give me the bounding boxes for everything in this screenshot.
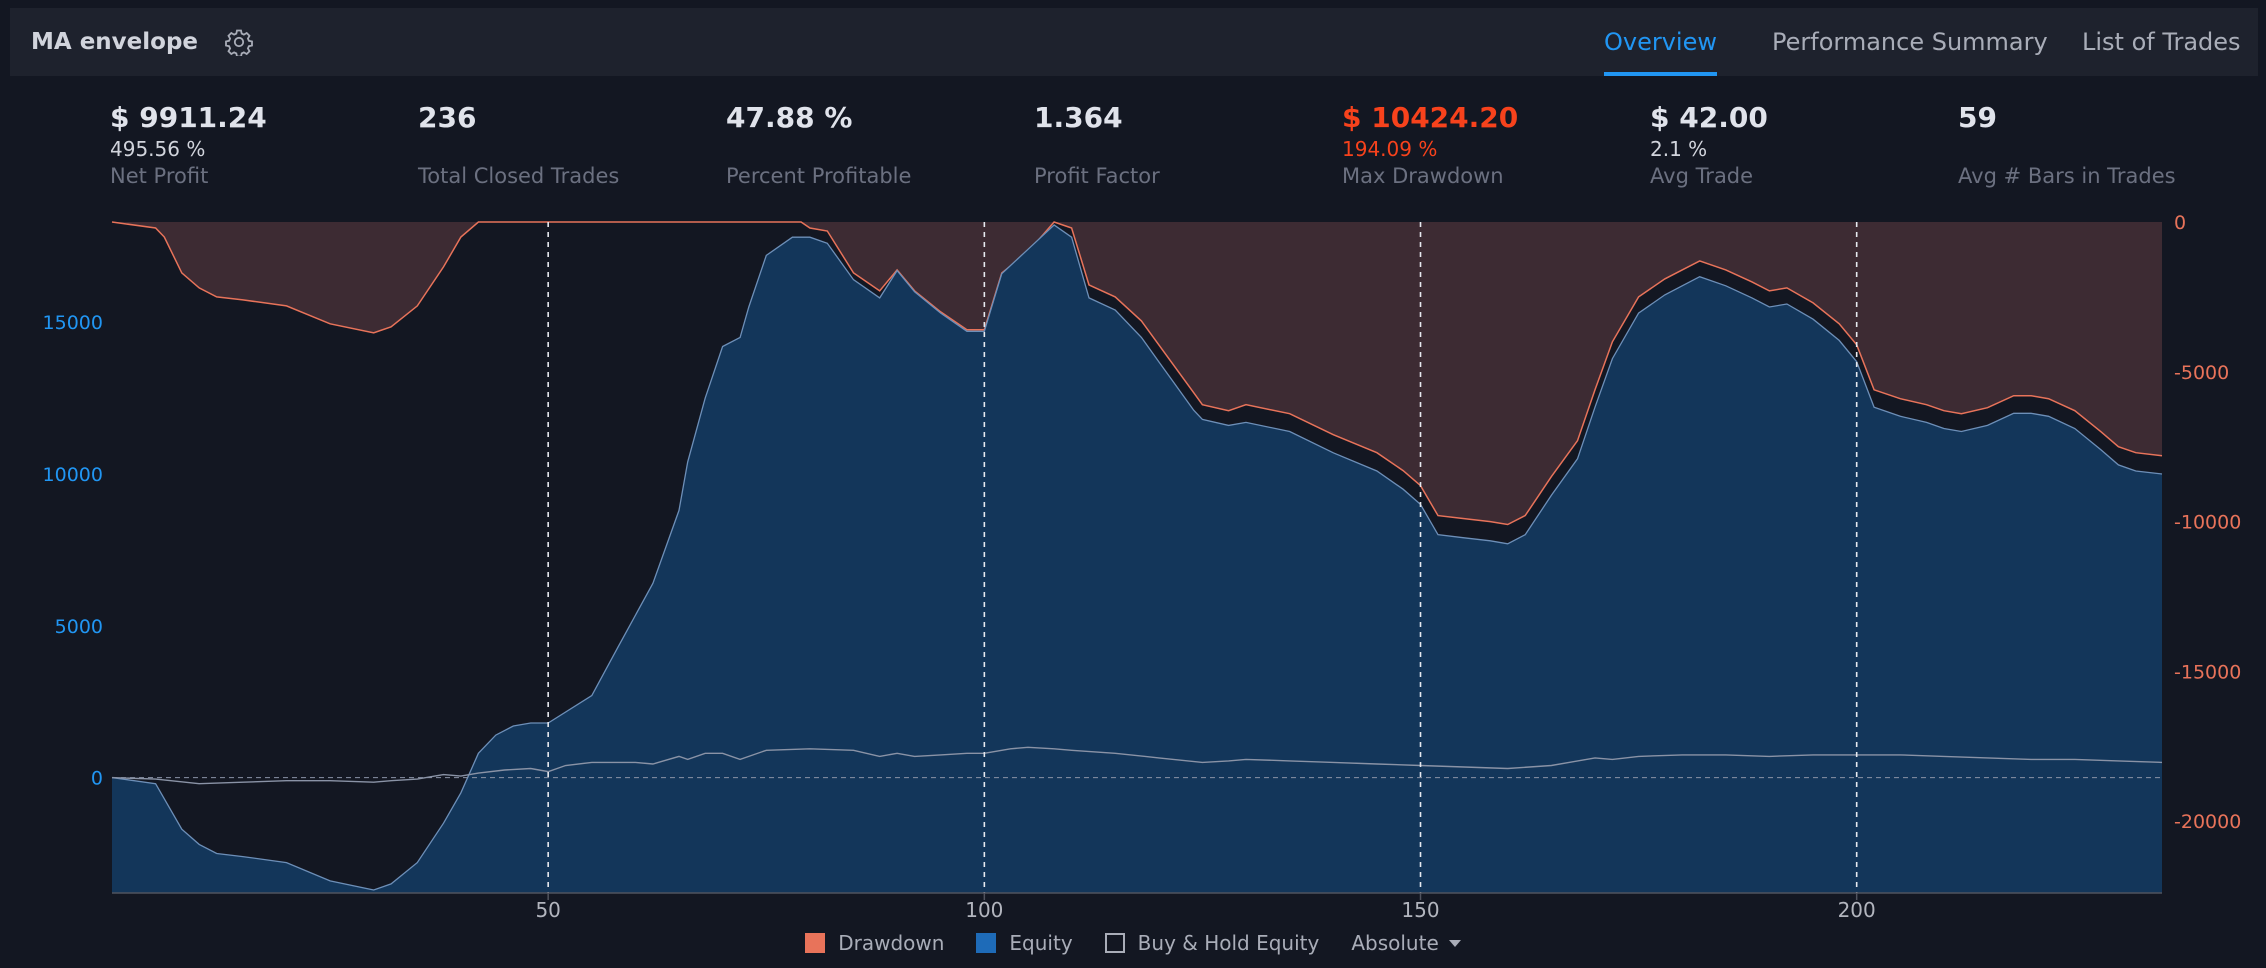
stat-value: $ 10424.20 — [1342, 101, 1519, 134]
buy-hold-swatch — [1104, 933, 1125, 953]
stat-value: 47.88 % — [726, 101, 853, 134]
stat-label: Max Drawdown — [1342, 164, 1504, 188]
y-right-tick-label: -15000 — [2174, 661, 2241, 683]
equity-swatch — [976, 933, 997, 953]
stat-label: Total Closed Trades — [418, 164, 620, 188]
stat-sub: 194.09 % — [1342, 137, 1438, 161]
drawdown-swatch — [805, 933, 826, 953]
stat-value: $ 9911.24 — [110, 101, 267, 134]
stat-profit-factor: 1.364 Profit Factor — [1034, 100, 1160, 190]
x-tick-label: 200 — [1838, 898, 1876, 920]
chart-legend: Drawdown Equity Buy & Hold Equity Absolu… — [0, 926, 2266, 960]
y-left-tick-label: 5000 — [55, 616, 103, 638]
tab-overview[interactable]: Overview — [1604, 8, 1717, 76]
stat-avg-bars-in-trades: 59 Avg # Bars in Trades — [1958, 100, 2176, 190]
x-tick-label: 100 — [965, 898, 1003, 920]
equity-drawdown-chart[interactable]: 50 100 150 200 0 5000 10000 15000 0 -5000 -10000 -1… — [0, 200, 2266, 920]
legend-drawdown-label: Drawdown — [838, 931, 945, 955]
stat-label: Net Profit — [110, 164, 209, 188]
top-bar: MA envelope Overview Performance Summary… — [10, 8, 2258, 76]
legend-buy-hold[interactable]: Buy & Hold Equity — [1104, 931, 1320, 955]
gear-icon[interactable] — [225, 28, 253, 56]
x-tick-label: 50 — [535, 898, 560, 920]
stat-label: Avg # Bars in Trades — [1958, 164, 2176, 188]
stat-sub: 2.1 % — [1650, 137, 1708, 161]
legend-equity-label: Equity — [1009, 931, 1073, 955]
stat-total-closed-trades: 236 Total Closed Trades — [418, 100, 619, 190]
strategy-name: MA envelope — [31, 29, 199, 55]
tab-list-of-trades[interactable]: List of Trades — [2082, 8, 2241, 76]
legend-equity[interactable]: Equity — [976, 931, 1073, 955]
tab-performance-summary[interactable]: Performance Summary — [1772, 8, 2048, 76]
y-right-tick-label: -10000 — [2174, 512, 2241, 534]
stat-label: Percent Profitable — [726, 164, 912, 188]
stat-avg-trade: $ 42.00 2.1 % Avg Trade — [1650, 100, 1768, 190]
stat-value: 1.364 — [1034, 101, 1123, 134]
x-tick-label: 150 — [1401, 898, 1439, 920]
stat-max-drawdown: $ 10424.20 194.09 % Max Drawdown — [1342, 100, 1518, 190]
legend-buy-hold-label: Buy & Hold Equity — [1137, 931, 1320, 955]
stat-value: 236 — [418, 101, 477, 134]
y-right-tick-label: -20000 — [2174, 811, 2241, 833]
scale-mode-label: Absolute — [1351, 931, 1439, 955]
stat-label: Profit Factor — [1034, 164, 1160, 188]
y-left-tick-label: 15000 — [43, 312, 103, 334]
stat-net-profit: $ 9911.24 495.56 % Net Profit — [110, 100, 267, 190]
y-right-tick-label: 0 — [2174, 212, 2186, 234]
y-right-tick-label: -5000 — [2174, 362, 2229, 384]
y-left-tick-label: 0 — [91, 768, 103, 790]
chevron-down-icon — [1448, 939, 1461, 947]
stat-value: $ 42.00 — [1650, 101, 1768, 134]
legend-drawdown[interactable]: Drawdown — [805, 931, 944, 955]
stat-sub: 495.56 % — [110, 137, 206, 161]
stat-value: 59 — [1958, 101, 1997, 134]
stat-label: Avg Trade — [1650, 164, 1754, 188]
y-left-tick-label: 10000 — [43, 464, 103, 486]
scale-mode-dropdown[interactable]: Absolute — [1351, 931, 1461, 955]
stat-percent-profitable: 47.88 % Percent Profitable — [726, 100, 911, 190]
